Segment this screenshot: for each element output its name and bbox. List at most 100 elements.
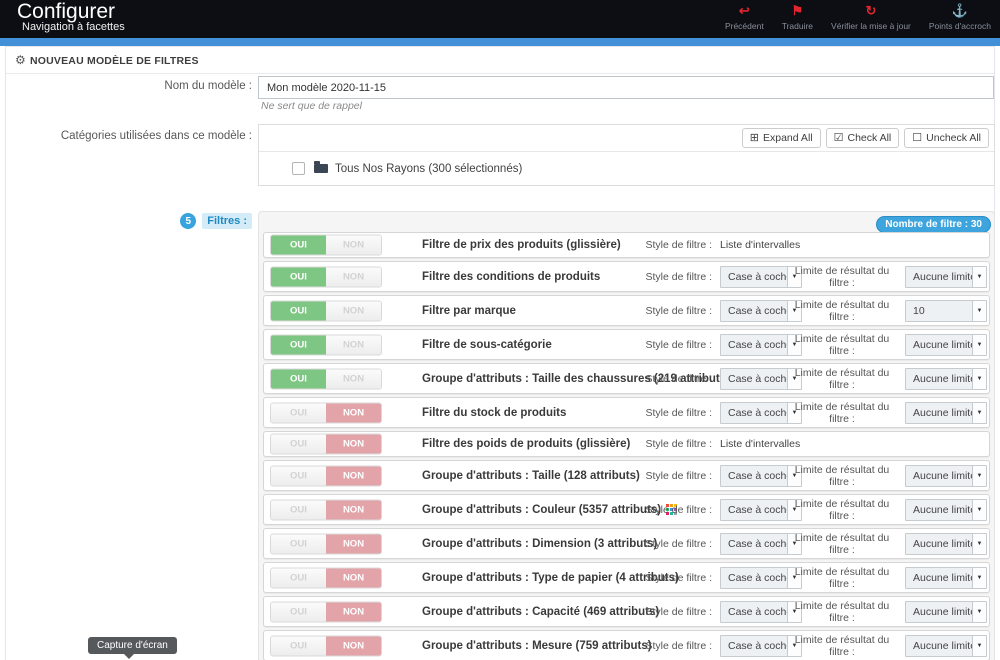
toggle-non[interactable]: NON bbox=[326, 534, 381, 553]
filter-limit-select[interactable]: Aucune limite ▼ bbox=[905, 333, 987, 356]
unchecked-box-icon: ☐ bbox=[912, 131, 923, 144]
filter-limit-select[interactable]: Aucune limite ▼ bbox=[905, 498, 987, 521]
filter-row: OUI NON Filtre par marque Style de filtr… bbox=[263, 295, 990, 326]
chevron-down-icon: ▼ bbox=[972, 300, 986, 321]
onboarding-step-badge: 5 bbox=[180, 213, 197, 229]
filter-limit-label: Limite de résultat du filtre : bbox=[794, 264, 890, 289]
toggle-oui[interactable]: OUI bbox=[271, 534, 326, 553]
checked-box-icon: ☑ bbox=[833, 131, 844, 144]
check-update-button[interactable]: ↻ Vérifier la mise à jour bbox=[822, 0, 920, 38]
filter-style-label: Style de filtre : bbox=[645, 406, 712, 419]
filter-limit-select[interactable]: Aucune limite ▼ bbox=[905, 367, 987, 390]
enabled-toggle[interactable]: OUI NON bbox=[270, 567, 382, 588]
filter-name: Filtre du stock de produits bbox=[422, 406, 567, 419]
filter-limit-label: Limite de résultat du filtre : bbox=[794, 531, 890, 556]
toggle-non[interactable]: NON bbox=[326, 568, 381, 587]
filter-style-label: Style de filtre : bbox=[645, 304, 712, 317]
enabled-toggle[interactable]: OUI NON bbox=[270, 635, 382, 656]
enabled-toggle[interactable]: OUI NON bbox=[270, 266, 382, 287]
chevron-down-icon: ▼ bbox=[972, 601, 986, 622]
category-tree-root[interactable]: Tous Nos Rayons (300 sélectionnés) bbox=[259, 152, 994, 185]
categories-toolbar: ⊞ Expand All ☑ Check All ☐ Uncheck All bbox=[259, 125, 994, 152]
filter-limit-select[interactable]: 10 ▼ bbox=[905, 299, 987, 322]
filter-limit-label: Limite de résultat du filtre : bbox=[794, 633, 890, 658]
enabled-toggle[interactable]: OUI NON bbox=[270, 533, 382, 554]
toggle-oui[interactable]: OUI bbox=[271, 602, 326, 621]
enabled-toggle[interactable]: OUI NON bbox=[270, 368, 382, 389]
filter-limit-label: Limite de résultat du filtre : bbox=[794, 366, 890, 391]
toggle-non[interactable]: NON bbox=[326, 466, 381, 485]
filter-row: OUI NON Filtre des poids de produits (gl… bbox=[263, 431, 990, 457]
expand-all-button[interactable]: ⊞ Expand All bbox=[741, 128, 821, 148]
filter-style-label: Style de filtre : bbox=[645, 239, 712, 251]
hook-points-button[interactable]: ⚓ Points d'accroch bbox=[920, 0, 1000, 38]
toggle-non[interactable]: NON bbox=[326, 636, 381, 655]
toggle-oui[interactable]: OUI bbox=[271, 500, 326, 519]
toggle-oui[interactable]: OUI bbox=[271, 466, 326, 485]
filter-style-label: Style de filtre : bbox=[645, 605, 712, 618]
previous-label: Précédent bbox=[724, 21, 764, 31]
model-name-input[interactable] bbox=[258, 76, 994, 99]
toggle-oui[interactable]: OUI bbox=[271, 369, 326, 388]
check-all-button[interactable]: ☑ Check All bbox=[825, 128, 900, 148]
gears-icon: ⚙ bbox=[15, 53, 26, 67]
chevron-down-icon: ▼ bbox=[972, 533, 986, 554]
enabled-toggle[interactable]: OUI NON bbox=[270, 433, 382, 455]
toggle-non[interactable]: NON bbox=[326, 500, 381, 519]
page-subtitle: Navigation à facettes bbox=[22, 21, 125, 33]
filter-style-label: Style de filtre : bbox=[645, 438, 712, 450]
uncheck-all-button[interactable]: ☐ Uncheck All bbox=[904, 128, 989, 148]
toggle-oui[interactable]: OUI bbox=[271, 403, 326, 422]
category-checkbox[interactable] bbox=[292, 162, 305, 175]
filter-row: OUI NON Filtre du stock de produits Styl… bbox=[263, 397, 990, 428]
toggle-non[interactable]: NON bbox=[326, 369, 381, 388]
panel-title: ⚙ NOUVEAU MODÈLE DE FILTRES bbox=[6, 47, 994, 74]
toggle-oui[interactable]: OUI bbox=[271, 267, 326, 286]
filter-row: OUI NON Filtre des conditions de produit… bbox=[263, 261, 990, 292]
model-name-label: Nom du modèle : bbox=[164, 80, 252, 92]
filter-style-label: Style de filtre : bbox=[645, 571, 712, 584]
filter-style-label: Style de filtre : bbox=[645, 469, 712, 482]
toggle-non[interactable]: NON bbox=[326, 301, 381, 320]
toggle-non[interactable]: NON bbox=[326, 403, 381, 422]
enabled-toggle[interactable]: OUI NON bbox=[270, 601, 382, 622]
filter-limit-select[interactable]: Aucune limite ▼ bbox=[905, 401, 987, 424]
filters-label: Filtres : bbox=[202, 213, 252, 229]
translate-button[interactable]: ⚑ Traduire bbox=[773, 0, 822, 38]
chevron-down-icon: ▼ bbox=[972, 402, 986, 423]
filter-limit-select[interactable]: Aucune limite ▼ bbox=[905, 634, 987, 657]
filter-limit-select[interactable]: Aucune limite ▼ bbox=[905, 532, 987, 555]
filter-limit-select[interactable]: Aucune limite ▼ bbox=[905, 464, 987, 487]
previous-button[interactable]: ↩ Précédent bbox=[716, 0, 773, 38]
enabled-toggle[interactable]: OUI NON bbox=[270, 334, 382, 355]
toggle-non[interactable]: NON bbox=[326, 602, 381, 621]
enabled-toggle[interactable]: OUI NON bbox=[270, 499, 382, 520]
chevron-down-icon: ▼ bbox=[972, 465, 986, 486]
enabled-toggle[interactable]: OUI NON bbox=[270, 402, 382, 423]
filter-style-label: Style de filtre : bbox=[645, 270, 712, 283]
chevron-down-icon: ▼ bbox=[972, 334, 986, 355]
toggle-oui[interactable]: OUI bbox=[271, 434, 326, 454]
toggle-oui[interactable]: OUI bbox=[271, 636, 326, 655]
toggle-oui[interactable]: OUI bbox=[271, 335, 326, 354]
toggle-non[interactable]: NON bbox=[326, 267, 381, 286]
refresh-icon: ↻ bbox=[865, 3, 877, 18]
translate-label: Traduire bbox=[781, 21, 814, 31]
back-icon: ↩ bbox=[738, 3, 750, 18]
toggle-oui[interactable]: OUI bbox=[271, 568, 326, 587]
filter-limit-select[interactable]: Aucune limite ▼ bbox=[905, 600, 987, 623]
toggle-non[interactable]: NON bbox=[326, 335, 381, 354]
enabled-toggle[interactable]: OUI NON bbox=[270, 465, 382, 486]
toggle-oui[interactable]: OUI bbox=[271, 301, 326, 320]
toggle-oui[interactable]: OUI bbox=[271, 235, 326, 255]
enabled-toggle[interactable]: OUI NON bbox=[270, 300, 382, 321]
category-tree-label: Tous Nos Rayons (300 sélectionnés) bbox=[335, 162, 523, 175]
filter-limit-select[interactable]: Aucune limite ▼ bbox=[905, 265, 987, 288]
filter-style-label: Style de filtre : bbox=[645, 338, 712, 351]
toggle-non[interactable]: NON bbox=[326, 434, 381, 454]
enabled-toggle[interactable]: OUI NON bbox=[270, 234, 382, 256]
filter-row: OUI NON Groupe d'attributs : Type de pap… bbox=[263, 562, 990, 593]
toggle-non[interactable]: NON bbox=[326, 235, 381, 255]
filter-row: OUI NON Groupe d'attributs : Couleur (53… bbox=[263, 494, 990, 525]
filter-limit-select[interactable]: Aucune limite ▼ bbox=[905, 566, 987, 589]
